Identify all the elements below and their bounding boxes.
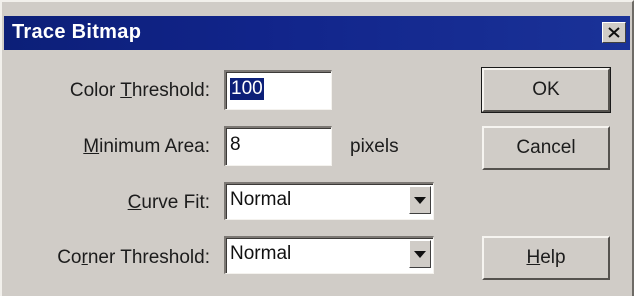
minimum-area-value: 8 [230,134,241,155]
minimum-area-label: Minimum Area: [83,136,210,157]
title-bar[interactable]: Trace Bitmap [4,16,630,50]
corner-threshold-selected: Normal [230,243,292,264]
pixels-unit-label: pixels [350,136,399,157]
corner-threshold-select[interactable]: Normal [224,236,434,274]
minimum-area-input[interactable]: 8 [224,126,332,166]
curve-fit-selected: Normal [230,189,292,210]
curve-fit-select[interactable]: Normal [224,182,434,220]
ok-button[interactable]: OK [481,67,611,113]
corner-threshold-label: Corner Threshold: [57,247,210,268]
curve-fit-dropdown-button[interactable] [409,186,431,214]
close-button[interactable] [602,22,626,43]
trace-bitmap-dialog: Trace Bitmap Color Threshold: 100 Minimu… [0,0,634,296]
help-button[interactable]: Help [482,236,610,280]
chevron-down-icon [414,250,426,258]
curve-fit-label: Curve Fit: [127,192,210,213]
corner-threshold-dropdown-button[interactable] [409,240,431,268]
close-icon [608,27,620,38]
chevron-down-icon [414,196,426,204]
cancel-button[interactable]: Cancel [482,126,610,170]
color-threshold-label: Color Threshold: [69,80,210,101]
color-threshold-input[interactable]: 100 [224,70,332,110]
color-threshold-value: 100 [230,78,264,100]
window-title: Trace Bitmap [12,21,142,43]
